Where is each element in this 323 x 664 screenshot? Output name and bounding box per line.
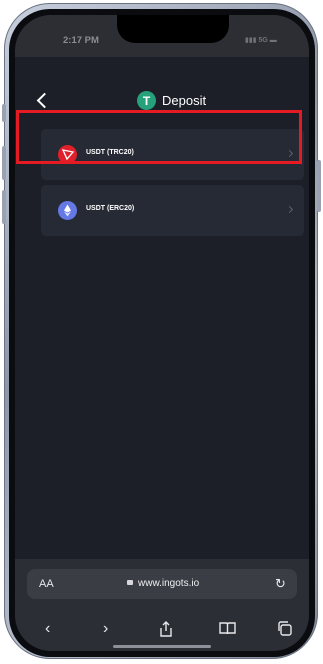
home-indicator [113, 645, 211, 648]
chevron-right-icon [285, 205, 294, 214]
address-bar[interactable]: AA www.ingots.io ↻ [27, 569, 297, 599]
signal-indicator: ▮▮▮ 5G ▬ [245, 37, 277, 44]
highlight-box [16, 110, 302, 164]
status-bar: 2:17 PM ▮▮▮ 5G ▬ [15, 15, 309, 57]
side-button-mute [2, 104, 6, 122]
deposit-option-usdt-erc20[interactable]: USDT (ERC20) [41, 185, 304, 236]
browser-back-icon[interactable]: ‹ [45, 621, 50, 637]
address-url: www.ingots.io [127, 578, 199, 589]
tabs-icon[interactable] [277, 621, 292, 640]
browser-forward-icon[interactable]: › [103, 621, 108, 637]
browser-toolbar: AA www.ingots.io ↻ ‹ › [15, 559, 309, 651]
reader-settings-button[interactable]: AA [39, 578, 54, 590]
side-button-volume-up [2, 146, 6, 180]
side-button-volume-down [2, 190, 6, 224]
lock-icon [127, 580, 133, 585]
page-title-group: T Deposit [137, 91, 206, 110]
ethereum-icon [58, 201, 77, 220]
back-chevron-icon[interactable] [36, 92, 53, 109]
side-button-power [317, 160, 321, 212]
share-icon[interactable] [159, 621, 173, 641]
deposit-option-label: USDT (ERC20) [86, 205, 135, 212]
tether-logo-icon: T [137, 91, 156, 110]
page-title: Deposit [162, 93, 207, 108]
reload-icon[interactable]: ↻ [275, 576, 286, 592]
camera-notch [117, 15, 229, 43]
status-time: 2:17 PM [63, 35, 99, 46]
bookmarks-icon[interactable] [219, 621, 236, 639]
